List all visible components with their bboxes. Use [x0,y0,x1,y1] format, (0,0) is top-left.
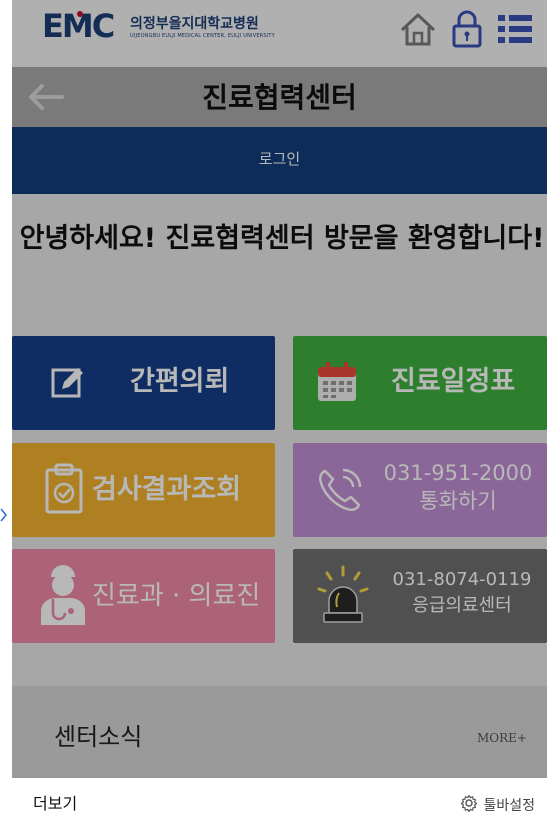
test-results-button[interactable]: 검사결과조회 [12,443,275,537]
top-header: EMC 의정부을지대학교병원 UIJEONGBU EULJI MEDICAL C… [12,0,547,67]
logo-english-name: UIJEONGBU EULJI MEDICAL CENTER, EULJI UN… [130,33,275,39]
login-button[interactable]: 로그인 [12,127,547,194]
phone-icon [315,465,365,519]
gear-icon [460,794,478,818]
quick-referral-button[interactable]: 간편의뢰 [12,336,275,430]
center-news-section: 센터소식 MORE+ [12,686,547,778]
edit-icon [50,365,86,405]
home-icon[interactable] [399,11,437,51]
toolbar-settings-button[interactable]: 툴바설정 [460,794,535,818]
hospital-logo[interactable]: EMC 의정부을지대학교병원 UIJEONGBU EULJI MEDICAL C… [42,7,275,46]
chevron-right-icon [0,508,8,526]
emergency-label: 응급의료센터 [412,595,512,616]
browser-toolbar: 더보기 툴바설정 [0,778,547,835]
emergency-number: 031-8074-0119 [392,569,532,590]
call-button[interactable]: 031-951-2000 통화하기 [293,443,547,537]
logo-korean-name: 의정부을지대학교병원 [130,16,259,32]
center-news-title: 센터소식 [54,723,143,751]
departments-doctors-label: 진료과 · 의료진 [92,581,261,611]
toolbar-settings-label: 툴바설정 [483,798,535,814]
test-results-label: 검사결과조회 [92,474,242,505]
menu-icon[interactable] [497,12,533,50]
logo-mark: EMC [42,7,124,46]
clipboard-icon [44,463,84,519]
lock-icon[interactable] [451,10,483,52]
welcome-message: 안녕하세요! 진료협력센터 방문을 환영합니다! [19,223,545,254]
page-title: 진료협력센터 [202,81,357,114]
login-label: 로그인 [258,150,301,168]
schedule-button[interactable]: 진료일정표 [293,336,547,430]
departments-doctors-button[interactable]: 진료과 · 의료진 [12,549,275,643]
calendar-icon [315,360,359,408]
schedule-label: 진료일정표 [391,366,516,397]
mobile-page: EMC 의정부을지대학교병원 UIJEONGBU EULJI MEDICAL C… [12,0,547,778]
more-link[interactable]: MORE+ [477,730,527,746]
call-label: 통화하기 [419,489,497,513]
emergency-center-button[interactable]: 031-8074-0119 응급의료센터 [293,549,547,643]
title-bar: 진료협력센터 [12,67,547,127]
siren-icon [315,563,371,633]
doctor-icon [38,561,88,631]
quick-referral-label: 간편의뢰 [130,366,230,397]
call-number: 031-951-2000 [383,461,533,485]
more-button[interactable]: 더보기 [33,793,77,815]
